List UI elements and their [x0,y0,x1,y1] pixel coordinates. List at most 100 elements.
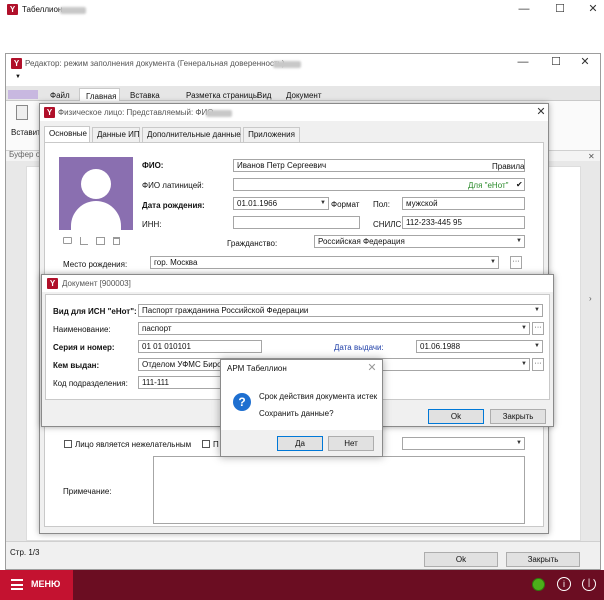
doc-logo-icon: Y [47,278,58,289]
maximize-icon[interactable]: ☐ [553,3,567,15]
inn-field[interactable] [233,216,360,229]
tab-basic[interactable]: Основные [44,126,90,142]
citizenship-dropdown-icon[interactable]: ▼ [516,236,522,247]
close-icon[interactable]: ✕ [586,3,600,15]
doc-name-field[interactable]: паспорт ▼ [138,322,530,335]
issued-by-label: Кем выдан: [53,361,100,370]
fio-field[interactable]: Иванов Петр Сергеевич [233,159,525,172]
no-button[interactable]: Нет [328,436,374,451]
no-label: Нет [344,439,358,448]
note-field[interactable] [153,456,525,524]
tab-additional[interactable]: Дополнительные данные [142,127,241,142]
editor-maximize-icon[interactable]: ☐ [549,56,563,68]
ribbon-tab-document[interactable]: Документ [286,90,322,101]
undesirable-checkbox[interactable] [64,440,72,448]
ribbon-tab-file[interactable]: Файл [50,90,70,101]
status-indicator-icon[interactable] [532,578,545,591]
person-close-icon[interactable]: ✕ [534,106,548,118]
menu-button[interactable]: МЕНЮ [0,570,73,600]
issue-date-dropdown-icon[interactable]: ▼ [534,341,540,352]
snils-field[interactable]: 112-233-445 95 [402,216,525,229]
series-value: 01 01 010101 [142,342,191,351]
doc-close-label: Закрыть [502,412,534,421]
birthplace-dropdown-icon[interactable]: ▼ [490,257,496,268]
birthplace-field[interactable]: гор. Москва ▼ [150,256,499,269]
fio-latin-label: ФИО латиницей: [142,181,204,190]
right-panel-close-icon[interactable]: ✕ [588,152,595,161]
minimize-icon[interactable]: — [517,3,531,15]
doc-kind-dropdown-icon[interactable]: ▼ [534,305,540,316]
trash-icon[interactable] [113,237,120,245]
yes-button[interactable]: Да [277,436,323,451]
sex-label: Пол: [373,200,390,209]
second-checkbox[interactable] [202,440,210,448]
birthplace-label: Место рождения: [63,260,128,269]
question-icon: ? [233,393,251,411]
image-icon[interactable] [96,237,105,245]
enot-hint: Для "еНот" [468,181,509,190]
birthplace-more-button[interactable]: ··· [510,256,522,269]
code-label: Код подразделения: [53,379,128,388]
tab-attachments[interactable]: Приложения [243,127,300,142]
issue-date-field[interactable]: 01.06.1988 ▼ [416,340,543,353]
doc-titlebar: Y Документ [900003] [42,275,553,292]
camera-icon[interactable] [63,237,72,244]
doc-close-button[interactable]: Закрыть [490,409,546,424]
birth-date-field[interactable]: 01.01.1966 ▼ [233,197,329,210]
quick-access-dropdown-icon[interactable]: ▼ [15,74,21,80]
sex-field[interactable]: мужской [402,197,525,210]
right-scroll-chevron-icon[interactable]: › [589,294,592,303]
msgbox-close-icon[interactable]: ✕ [365,362,379,374]
ribbon-file-strip [8,90,38,99]
main-titlebar: Y Табеллион — ☐ ✕ [0,0,604,20]
msgbox-titlebar: АРМ Табеллион ✕ [221,360,382,376]
quick-access-bar: ▼ [6,72,600,86]
buffer-group-label: Буфер о [9,150,41,159]
birthplace-value: гор. Москва [154,258,198,267]
doc-title: Документ [900003] [62,279,131,288]
power-icon[interactable]: | [582,577,596,591]
birth-date-dropdown-icon[interactable]: ▼ [320,198,326,209]
person-extra-dropdown-icon[interactable]: ▼ [516,438,522,449]
citizenship-value: Российская Федерация [318,237,405,246]
main-title-blur [60,7,86,14]
ribbon-tab-layout[interactable]: Разметка страницы [186,90,259,101]
tab-ip-data-label: Данные ИП [97,130,140,139]
ribbon-tab-home[interactable]: Главная [79,88,120,102]
issue-date-value: 01.06.1988 [420,342,461,351]
issued-by-more-button[interactable]: ··· [532,358,544,371]
ribbon-tab-insert[interactable]: Вставка [130,90,160,101]
doc-name-dropdown-icon[interactable]: ▼ [521,323,527,334]
info-icon[interactable]: i [557,577,571,591]
tab-additional-label: Дополнительные данные [147,130,241,139]
paste-icon[interactable] [16,105,28,120]
tab-ip-data[interactable]: Данные ИП [92,127,140,142]
format-label[interactable]: Формат [331,199,359,210]
editor-status-bar: Стр. 1/3 Ok Закрыть [6,541,600,569]
editor-ok-button[interactable]: Ok [424,552,498,567]
avatar-body [71,201,121,230]
editor-close-icon[interactable]: ✕ [578,56,592,68]
editor-close-button[interactable]: Закрыть [506,552,580,567]
paste-label[interactable]: Вставит [11,127,41,138]
issued-by-dropdown-icon[interactable]: ▼ [521,359,527,370]
citizenship-field[interactable]: Российская Федерация ▼ [314,235,525,248]
message-box: АРМ Табеллион ✕ ? Срок действия документ… [220,359,383,457]
fio-label: ФИО: [142,161,164,170]
rules-link[interactable]: Правила [492,161,524,172]
doc-name-label: Наименование: [53,325,111,334]
menu-label: МЕНЮ [31,579,61,589]
second-checkbox-label: П [213,440,219,449]
editor-close-label: Закрыть [527,555,559,564]
doc-kind-field[interactable]: Паспорт гражданина Российской Федерации ▼ [138,304,543,317]
editor-minimize-icon[interactable]: — [516,56,530,68]
crop-icon[interactable] [80,237,88,245]
enot-check-icon[interactable]: ✔ [516,179,523,190]
main-title: Табеллион [22,5,63,14]
doc-ok-button[interactable]: Ok [428,409,484,424]
person-extra-dropdown[interactable]: ▼ [402,437,525,450]
doc-name-more-button[interactable]: ··· [532,322,544,335]
series-field[interactable]: 01 01 010101 [138,340,262,353]
ribbon-tab-view[interactable]: Вид [257,90,271,101]
editor-ok-label: Ok [455,555,467,564]
